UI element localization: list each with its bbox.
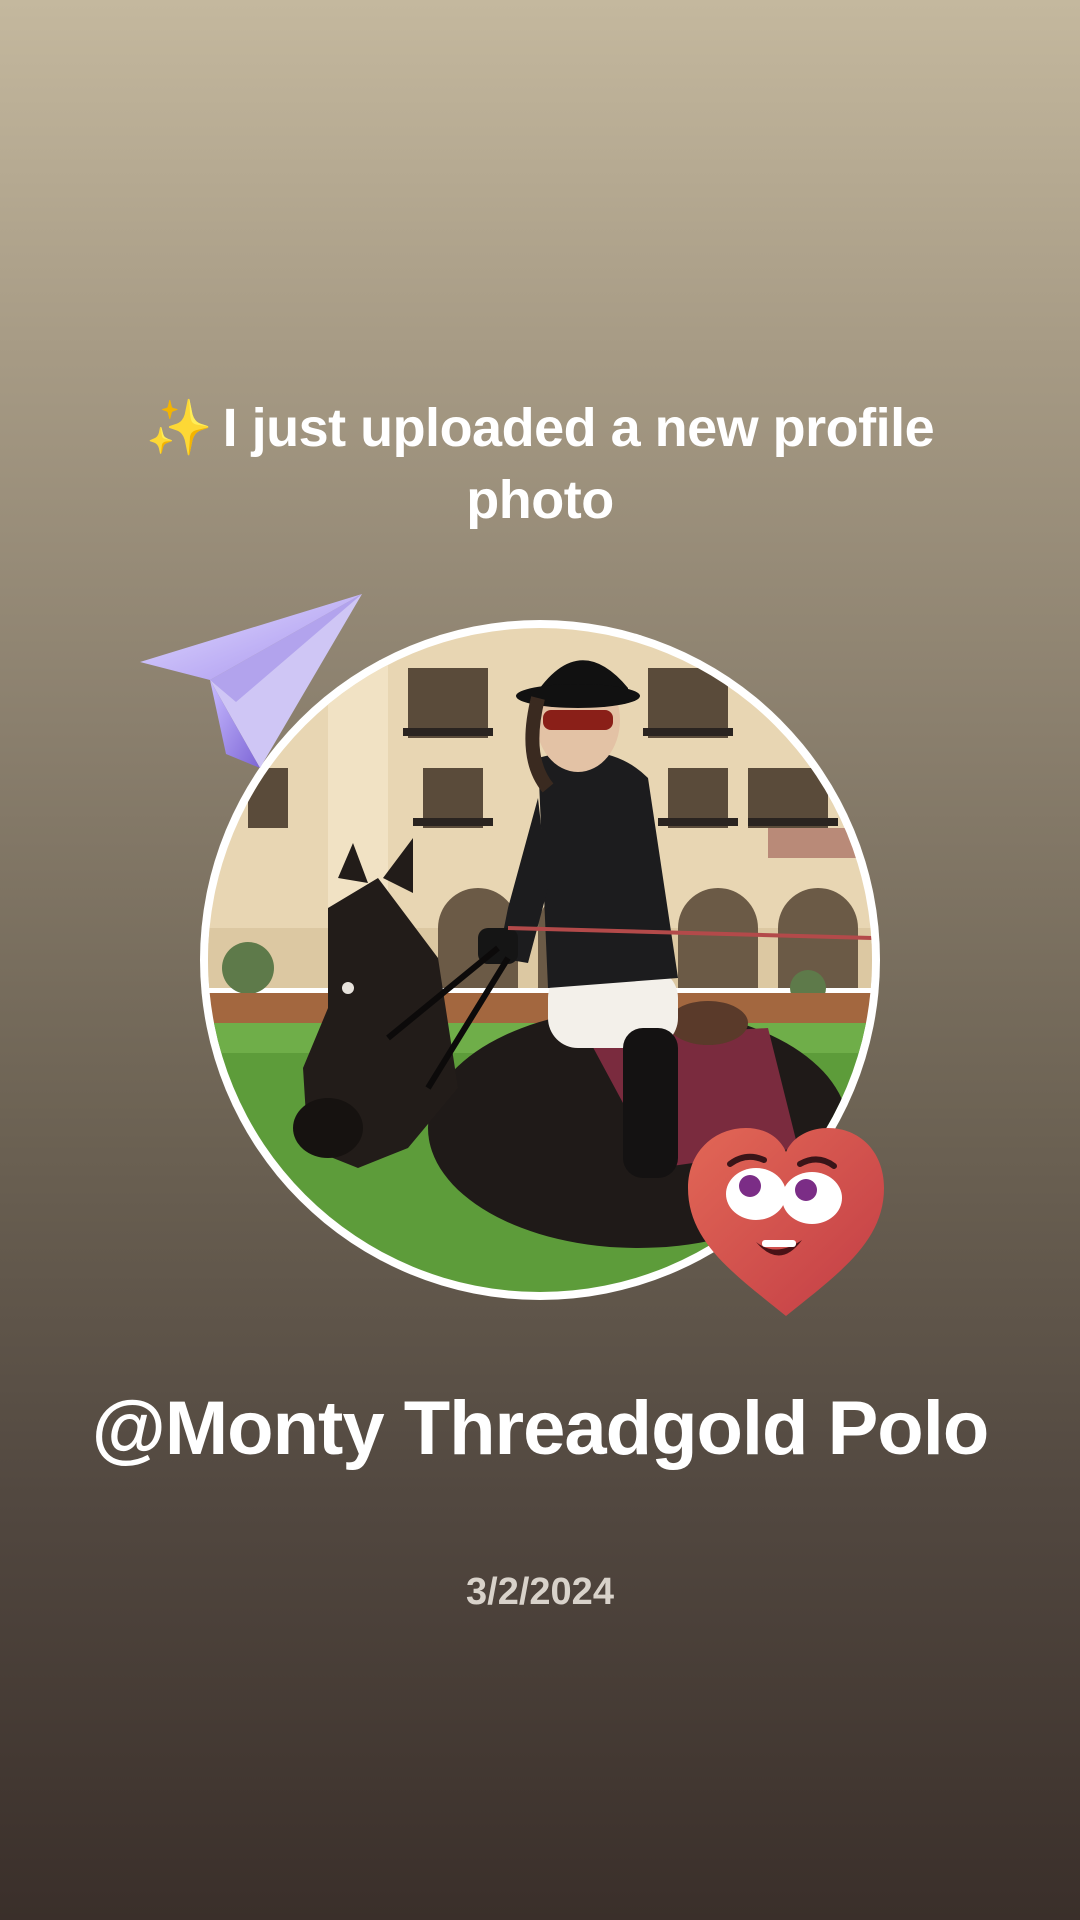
paper-plane-icon <box>140 594 362 768</box>
headline-text: I just uploaded a new profile photo <box>222 398 935 530</box>
heart-face-icon <box>688 1128 884 1316</box>
sparkles-icon: ✨ <box>145 398 213 458</box>
story-headline: ✨ I just uploaded a new profile photo <box>140 392 940 536</box>
profile-username: @Monty Threadgold Polo <box>91 1386 990 1471</box>
upload-date: 3/2/2024 <box>466 1571 614 1613</box>
